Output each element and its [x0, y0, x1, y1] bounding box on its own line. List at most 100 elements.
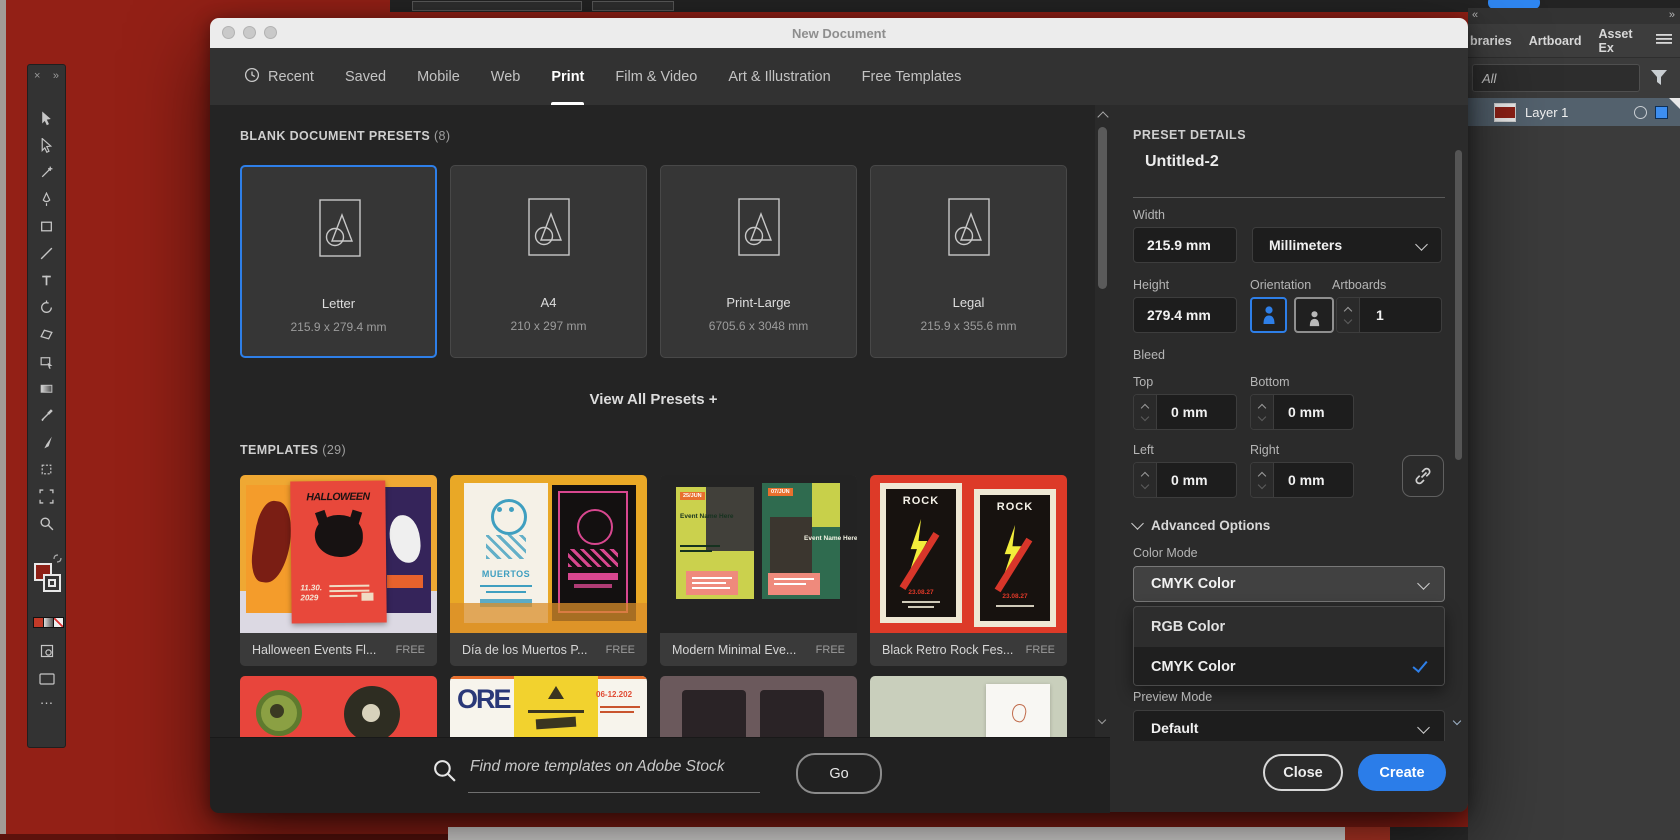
tab-saved[interactable]: Saved: [345, 48, 386, 105]
swap-fill-stroke-icon[interactable]: [52, 551, 63, 569]
tab-libraries[interactable]: braries: [1470, 34, 1512, 48]
none-swatch-mini[interactable]: [53, 617, 64, 628]
view-all-presets-link[interactable]: View All Presets +: [210, 391, 1097, 408]
tab-free-templates[interactable]: Free Templates: [862, 48, 962, 105]
stepper-up-icon[interactable]: [1141, 403, 1149, 411]
preset-card-a4[interactable]: A4 210 x 297 mm: [450, 165, 647, 358]
orientation-landscape-button[interactable]: [1294, 297, 1334, 333]
stepper-up-icon[interactable]: [1258, 403, 1266, 411]
filter-funnel-icon[interactable]: [1648, 66, 1670, 93]
create-button[interactable]: Create: [1358, 754, 1446, 791]
menu-option-rgb[interactable]: RGB Color: [1134, 607, 1444, 647]
close-button[interactable]: Close: [1263, 754, 1343, 791]
template-card-halloween[interactable]: HALLOWEEN 11.30. 2029 Halloween Events F…: [240, 475, 437, 666]
collapse-left-icon[interactable]: «: [1472, 9, 1478, 21]
content-scrollbar[interactable]: [1095, 105, 1110, 737]
orientation-portrait-button[interactable]: [1250, 297, 1287, 333]
tab-print[interactable]: Print: [551, 48, 584, 105]
bleed-left-input[interactable]: 0 mm: [1133, 462, 1237, 498]
screen-mode-button[interactable]: [28, 665, 65, 692]
zoom-tool[interactable]: [28, 510, 65, 537]
template-card-row2-weekend[interactable]: ORE 06-12.202: [450, 676, 647, 737]
shape-builder-tool[interactable]: [28, 348, 65, 375]
preset-card-legal[interactable]: Legal 215.9 x 355.6 mm: [870, 165, 1067, 358]
gradient-tool[interactable]: [28, 375, 65, 402]
template-card-rock[interactable]: ROCK 23.08.27 ROCK 2: [870, 475, 1067, 666]
stroke-color-swatch[interactable]: [43, 574, 61, 592]
scroll-up-icon[interactable]: [1097, 111, 1108, 122]
layers-filter-field[interactable]: All: [1472, 64, 1640, 92]
bleed-top-label: Top: [1133, 375, 1153, 389]
stepper-down-icon[interactable]: [1258, 480, 1266, 488]
rotate-tool[interactable]: [28, 294, 65, 321]
tools-panel-expand-icon[interactable]: »: [53, 70, 59, 82]
layer-target-icon[interactable]: [1634, 106, 1647, 119]
bleed-right-input[interactable]: 0 mm: [1250, 462, 1354, 498]
free-transform-tool[interactable]: [28, 456, 65, 483]
stepper-down-icon[interactable]: [1141, 480, 1149, 488]
color-mode-dropdown[interactable]: CMYK Color: [1133, 566, 1445, 602]
layer-selection-square[interactable]: [1655, 106, 1668, 119]
more-tools-button[interactable]: …: [28, 691, 65, 707]
layer-thumbnail[interactable]: [1494, 103, 1516, 122]
rectangle-tool[interactable]: [28, 213, 65, 240]
layer-name[interactable]: Layer 1: [1525, 105, 1568, 120]
tab-mobile[interactable]: Mobile: [417, 48, 460, 105]
scroll-down-icon[interactable]: [1098, 716, 1106, 724]
eyedropper-tool[interactable]: [28, 402, 65, 429]
eraser-tool[interactable]: [28, 321, 65, 348]
panel-scroll-down-icon[interactable]: [1453, 717, 1461, 725]
height-input[interactable]: 279.4 mm: [1133, 297, 1237, 333]
traffic-light-zoom[interactable]: [264, 26, 277, 39]
tab-web[interactable]: Web: [491, 48, 521, 105]
tab-asset-export[interactable]: Asset Ex: [1598, 27, 1639, 55]
template-card-muertos[interactable]: MUERTOS Día de los Muert: [450, 475, 647, 666]
tab-art-illustration[interactable]: Art & Illustration: [728, 48, 830, 105]
bleed-bottom-input[interactable]: 0 mm: [1250, 394, 1354, 430]
document-name-field[interactable]: Untitled-2: [1145, 153, 1219, 171]
artboard-tool[interactable]: [28, 483, 65, 510]
traffic-light-minimize[interactable]: [243, 26, 256, 39]
dialog-titlebar[interactable]: New Document: [210, 18, 1468, 48]
template-card-row2-sage[interactable]: [870, 676, 1067, 737]
stepper-up-icon[interactable]: [1141, 471, 1149, 479]
collapse-right-icon[interactable]: »: [1669, 9, 1675, 21]
stepper-down-icon[interactable]: [1344, 315, 1352, 323]
draw-mode-button[interactable]: [28, 637, 65, 664]
content-scrollbar-thumb[interactable]: [1098, 127, 1107, 289]
preset-card-letter[interactable]: Letter 215.9 x 279.4 mm: [240, 165, 437, 358]
bleed-link-button[interactable]: [1402, 455, 1444, 497]
stepper-down-icon[interactable]: [1141, 412, 1149, 420]
go-button[interactable]: Go: [796, 753, 882, 794]
stock-search-input[interactable]: Find more templates on Adobe Stock: [468, 748, 760, 793]
stepper-down-icon[interactable]: [1258, 412, 1266, 420]
tools-panel-close-icon[interactable]: ×: [34, 70, 40, 82]
traffic-light-close[interactable]: [222, 26, 235, 39]
layer-row[interactable]: Layer 1: [1468, 98, 1680, 126]
tab-artboard[interactable]: Artboard: [1529, 34, 1582, 48]
type-tool[interactable]: [28, 267, 65, 294]
width-input[interactable]: 215.9 mm: [1133, 227, 1237, 263]
tab-recent[interactable]: Recent: [244, 48, 314, 105]
template-card-minimal[interactable]: 25/JUN Event Name Here 07/JUN: [660, 475, 857, 666]
template-card-row2-dark[interactable]: [660, 676, 857, 737]
bleed-top-input[interactable]: 0 mm: [1133, 394, 1237, 430]
line-segment-tool[interactable]: [28, 240, 65, 267]
paintbrush-tool[interactable]: [28, 429, 65, 456]
preview-mode-dropdown[interactable]: Default: [1133, 710, 1445, 741]
template-card-row2-psychedelic[interactable]: [240, 676, 437, 737]
tab-film-video[interactable]: Film & Video: [615, 48, 697, 105]
magic-wand-tool[interactable]: [28, 159, 65, 186]
advanced-options-toggle[interactable]: Advanced Options: [1133, 518, 1270, 533]
panel-menu-icon[interactable]: [1656, 32, 1672, 50]
preset-card-print-large[interactable]: Print-Large 6705.6 x 3048 mm: [660, 165, 857, 358]
stepper-up-icon[interactable]: [1258, 471, 1266, 479]
selection-tool[interactable]: [28, 105, 65, 132]
pen-tool[interactable]: [28, 186, 65, 213]
menu-option-cmyk[interactable]: CMYK Color: [1134, 647, 1444, 686]
direct-selection-tool[interactable]: [28, 132, 65, 159]
panel-scrollbar-thumb[interactable]: [1455, 150, 1462, 460]
artboards-stepper[interactable]: 1: [1336, 297, 1442, 333]
units-dropdown[interactable]: Millimeters: [1252, 227, 1442, 263]
stepper-up-icon[interactable]: [1344, 306, 1352, 314]
